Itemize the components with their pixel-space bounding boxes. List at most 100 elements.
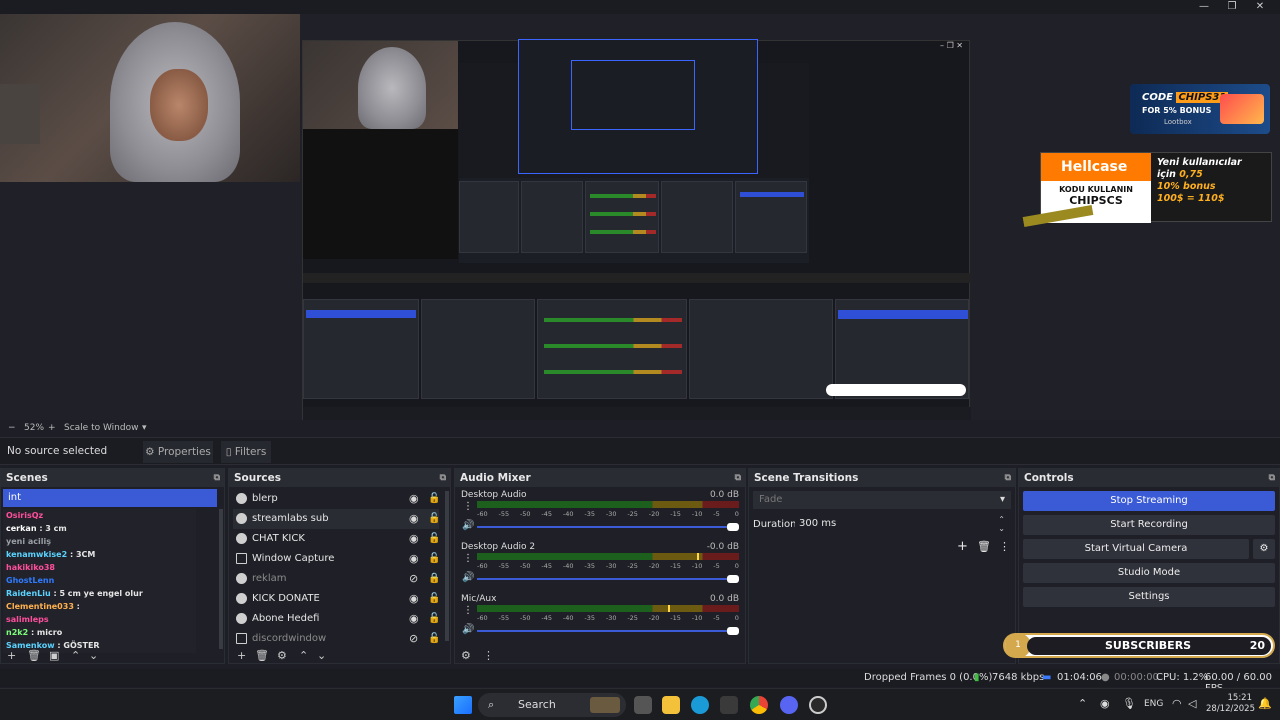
popout-icon[interactable]: ⧉	[1005, 469, 1011, 487]
wifi-icon[interactable]: ◠	[1172, 697, 1182, 710]
volume-slider-knob[interactable]	[727, 627, 739, 635]
discord-tray-icon[interactable]: ◉	[1100, 697, 1110, 710]
close-button[interactable]: ✕	[1246, 0, 1274, 14]
preview-canvas[interactable]: – ❐ ✕ CODE CHIPS31 FOR 5% BONUS Lootbox …	[0, 14, 1280, 430]
source-properties-button[interactable]: ⚙	[277, 649, 287, 662]
virtual-camera-settings-icon[interactable]: ⚙	[1253, 539, 1275, 559]
scene-filters-button[interactable]: ▣	[49, 649, 59, 662]
remove-transition-button[interactable]: 🗑	[977, 540, 991, 553]
speaker-icon[interactable]: 🔊	[462, 624, 474, 635]
source-item[interactable]: blerp ◉ 🔓	[233, 489, 440, 509]
popout-icon[interactable]: ⧉	[1269, 469, 1275, 487]
filters-button[interactable]: ▯ Filters	[221, 441, 271, 463]
stepper-down-icon[interactable]: ⌄	[998, 520, 1005, 538]
source-item[interactable]: reklam ⊘ 🔒	[233, 569, 440, 589]
speaker-icon[interactable]: 🔊	[462, 520, 474, 531]
source-item[interactable]: KICK DONATE ◉ 🔓	[233, 589, 440, 609]
start-recording-button[interactable]: Start Recording	[1023, 515, 1275, 535]
scenes-scrollbar[interactable]	[219, 509, 223, 649]
maximize-button[interactable]: ❐	[1218, 0, 1246, 14]
stop-streaming-button[interactable]: Stop Streaming	[1023, 491, 1275, 511]
eye-off-icon[interactable]: ⊘	[409, 629, 418, 649]
mixer-menu-icon[interactable]: ⋮	[483, 649, 494, 662]
edge-icon[interactable]	[691, 696, 709, 714]
channel-menu-icon[interactable]: ⋮	[463, 553, 473, 564]
source-item[interactable]: CHAT KICK ◉ 🔓	[233, 529, 440, 549]
unlock-icon[interactable]: 🔓	[428, 609, 440, 629]
eye-icon[interactable]: ◉	[409, 489, 419, 509]
taskbar-search[interactable]: ⌕ Search	[478, 693, 626, 717]
channel-menu-icon[interactable]: ⋮	[463, 605, 473, 616]
taskbar-search-label: Search	[518, 698, 556, 711]
chat-message: kenamwkise2 : 3CM	[6, 550, 95, 559]
unlock-icon[interactable]: 🔓	[428, 549, 440, 569]
add-transition-button[interactable]: +	[957, 539, 968, 554]
volume-slider[interactable]	[477, 575, 739, 583]
speaker-icon[interactable]: 🔊	[462, 572, 474, 583]
remove-scene-button[interactable]: 🗑	[27, 649, 41, 662]
popout-icon[interactable]: ⧉	[214, 469, 220, 487]
store-icon[interactable]	[720, 696, 738, 714]
eye-icon[interactable]: ◉	[409, 549, 419, 569]
popout-icon[interactable]: ⧉	[735, 469, 741, 487]
file-explorer-icon[interactable]	[662, 696, 680, 714]
minimize-button[interactable]: —	[1190, 0, 1218, 14]
scale-mode-caret-icon[interactable]: ▾	[142, 423, 147, 433]
clock[interactable]: 15:21 28/12/2025	[1206, 693, 1255, 715]
hellcase-ad: Hellcase KODU KULLANIN CHIPSCS Yeni kull…	[1022, 152, 1272, 228]
zoom-out-button[interactable]: −	[8, 423, 16, 433]
popout-icon[interactable]: ⧉	[440, 469, 446, 487]
eye-icon[interactable]: ◉	[409, 589, 419, 609]
transition-select[interactable]: Fade ▾	[753, 491, 1011, 509]
remove-source-button[interactable]: 🗑	[255, 649, 269, 662]
unlock-icon[interactable]: 🔓	[428, 509, 440, 529]
studio-mode-button[interactable]: Studio Mode	[1023, 563, 1275, 583]
move-source-down-button[interactable]: ⌄	[317, 649, 326, 662]
zoom-level: 52%	[24, 423, 45, 433]
start-virtual-camera-button[interactable]: Start Virtual Camera	[1023, 539, 1249, 559]
unlock-icon[interactable]: 🔓	[428, 529, 440, 549]
properties-button[interactable]: ⚙ Properties	[143, 441, 213, 463]
unlock-icon[interactable]: 🔓	[428, 489, 440, 509]
source-item[interactable]: Window Capture ◉ 🔓	[233, 549, 440, 569]
lock-icon[interactable]: 🔒	[428, 569, 440, 589]
add-source-button[interactable]: +	[237, 649, 246, 662]
microphone-icon[interactable]: 🎙	[1122, 697, 1136, 710]
move-scene-down-button[interactable]: ⌄	[89, 649, 98, 662]
settings-button[interactable]: Settings	[1023, 587, 1275, 607]
add-scene-button[interactable]: +	[7, 649, 16, 662]
volume-slider-knob[interactable]	[727, 575, 739, 583]
move-source-up-button[interactable]: ⌃	[299, 649, 308, 662]
notification-bell-icon[interactable]: 🔔	[1258, 697, 1272, 710]
eye-icon[interactable]: ◉	[409, 509, 419, 529]
eye-icon[interactable]: ◉	[409, 529, 419, 549]
language-indicator[interactable]: ENG	[1144, 699, 1163, 709]
mixer-settings-icon[interactable]: ⚙	[461, 649, 471, 662]
zoom-in-button[interactable]: +	[48, 423, 56, 433]
discord-icon[interactable]	[780, 696, 798, 714]
source-item[interactable]: discordwindow ⊘ 🔓	[233, 629, 440, 649]
volume-slider[interactable]	[477, 523, 739, 531]
obs-icon[interactable]	[809, 696, 827, 714]
windows-start-icon[interactable]	[454, 696, 472, 714]
live-timer: 01:04:06	[1057, 672, 1102, 683]
duration-input[interactable]: 300 ms ⌃ ⌄	[795, 515, 1011, 533]
move-scene-up-button[interactable]: ⌃	[71, 649, 80, 662]
source-item[interactable]: streamlabs sub ◉ 🔓	[233, 509, 440, 529]
tray-overflow-icon[interactable]: ⌃	[1078, 697, 1087, 710]
chrome-icon[interactable]	[750, 696, 768, 714]
scale-mode-select[interactable]: Scale to Window	[64, 423, 138, 433]
volume-slider-knob[interactable]	[727, 523, 739, 531]
unlock-icon[interactable]: 🔓	[428, 629, 440, 649]
volume-slider[interactable]	[477, 627, 739, 635]
eye-off-icon[interactable]: ⊘	[409, 569, 418, 589]
sources-scrollbar[interactable]	[445, 491, 449, 641]
transition-menu-icon[interactable]: ⋮	[999, 540, 1010, 553]
task-view-icon[interactable]	[634, 696, 652, 714]
unlock-icon[interactable]: 🔓	[428, 589, 440, 609]
channel-menu-icon[interactable]: ⋮	[463, 501, 473, 512]
eye-icon[interactable]: ◉	[409, 609, 419, 629]
volume-icon[interactable]: ◁	[1188, 697, 1196, 710]
scene-item-selected[interactable]: int	[3, 489, 217, 507]
source-item[interactable]: Abone Hedefi ◉ 🔓	[233, 609, 440, 629]
